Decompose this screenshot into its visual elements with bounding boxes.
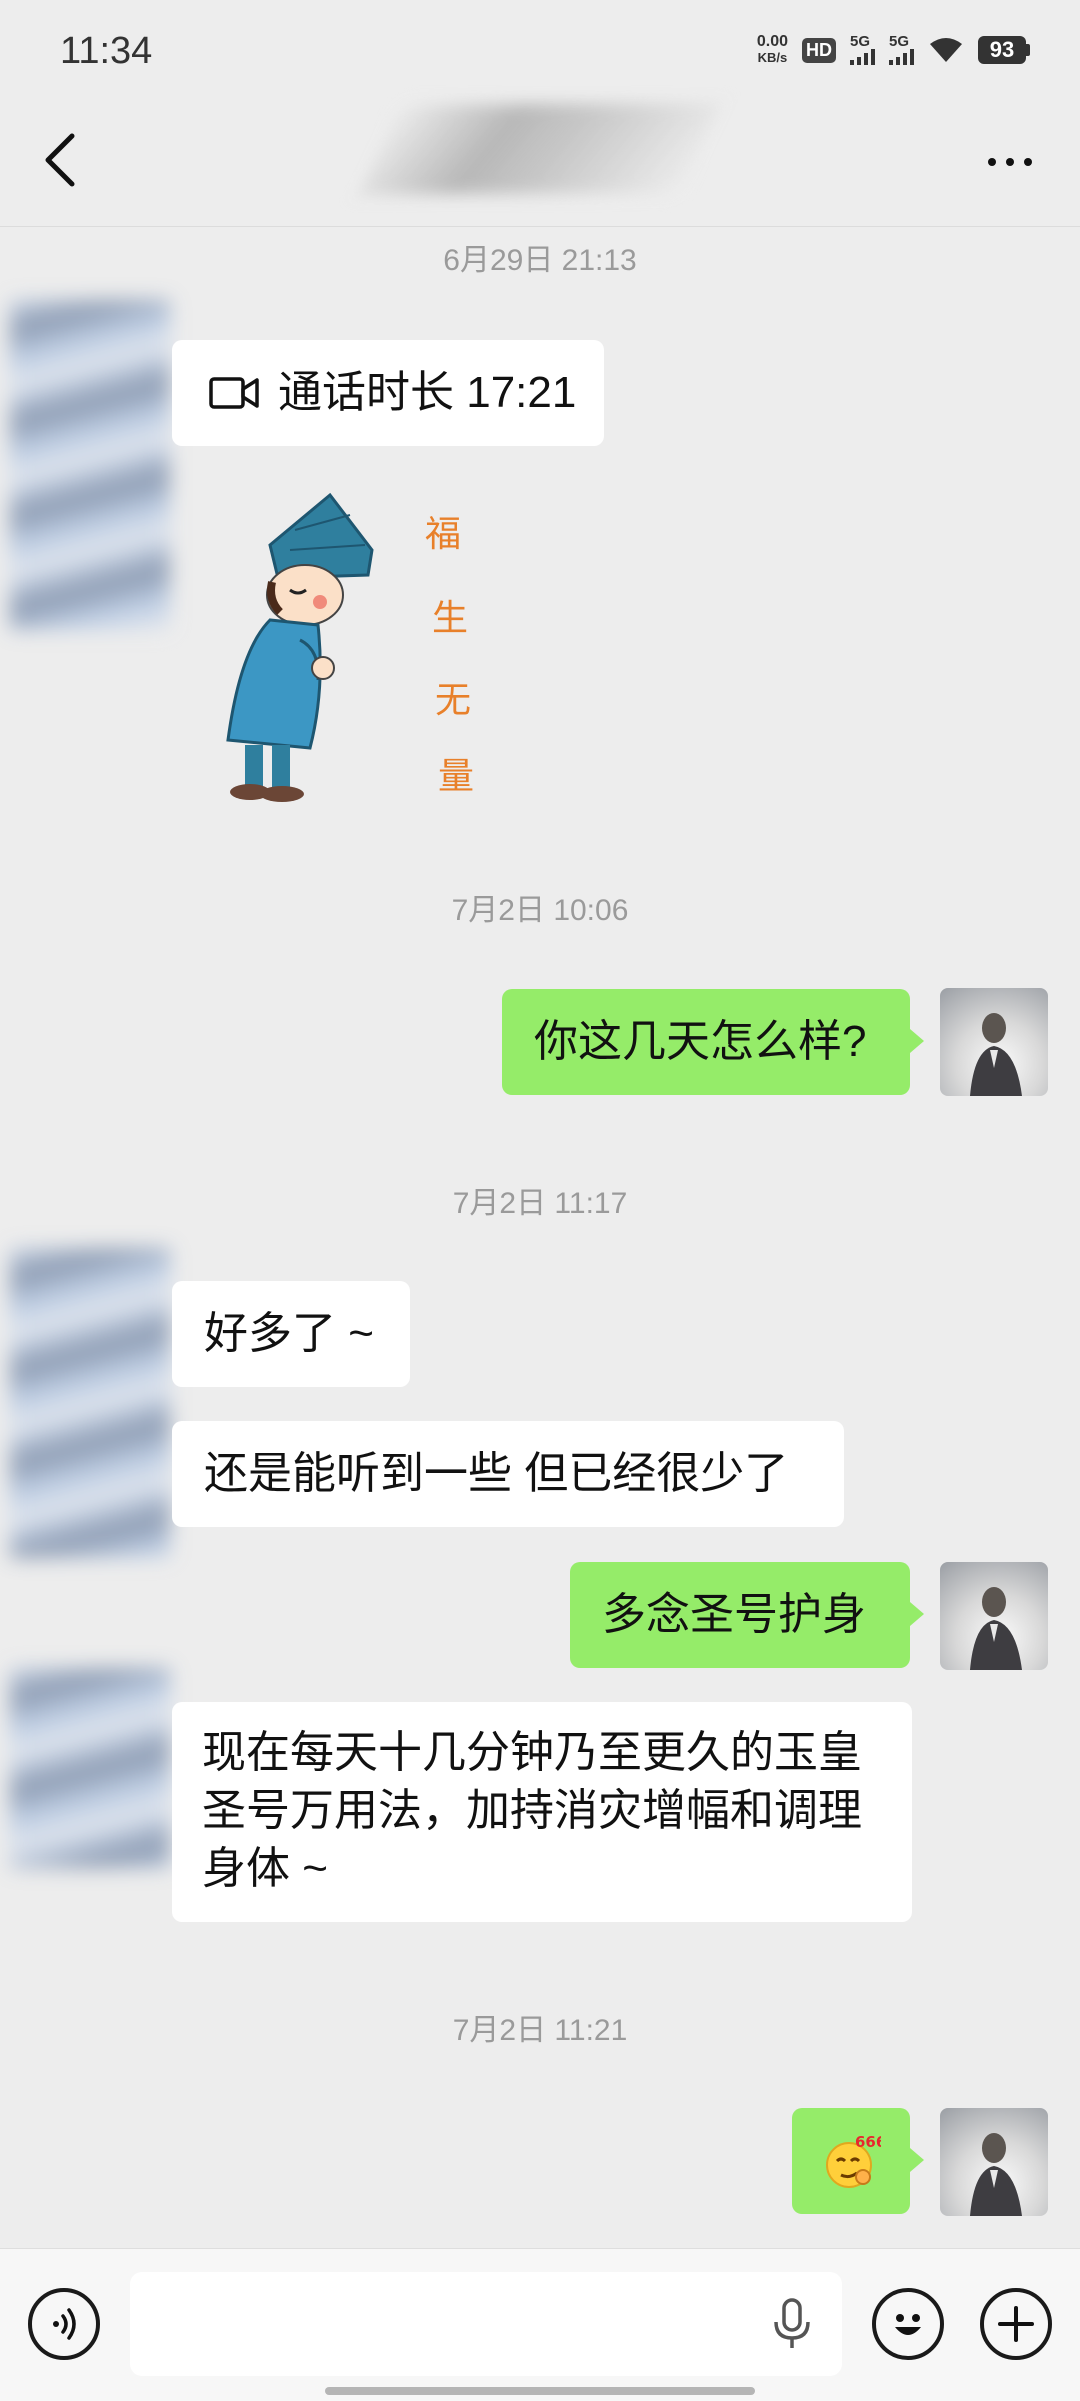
message-input[interactable] [130, 2272, 842, 2376]
call-record-bubble[interactable]: 通话时长 17:21 [172, 340, 604, 446]
signal-1-label: 5G [850, 33, 871, 50]
chat-title-blurred [359, 104, 721, 194]
message-text: 好多了 ~ [204, 1309, 374, 1358]
sticker-char-4: 量 [438, 756, 474, 797]
message-text: 多念圣号护身 [602, 1590, 866, 1639]
signal-1-icon: 5G [850, 33, 875, 65]
header-divider [0, 226, 1080, 227]
message-text: 还是能听到一些 但已经很少了 [204, 1449, 789, 1498]
timestamp: 7月2日 11:21 [452, 2014, 628, 2047]
incoming-message[interactable]: 好多了 ~ [172, 1281, 410, 1387]
emoji-icon[interactable] [872, 2288, 944, 2360]
video-call-icon [208, 375, 260, 411]
back-icon[interactable] [42, 132, 82, 188]
sticker-char-1: 福 [425, 514, 461, 555]
call-duration-label: 通话时长 17:21 [278, 368, 577, 417]
my-avatar[interactable] [940, 988, 1048, 1096]
contact-avatar[interactable] [10, 1248, 170, 1558]
wifi-icon [930, 38, 962, 62]
battery-level: 93 [978, 36, 1026, 64]
status-time: 11:34 [60, 30, 153, 72]
net-speed-unit: KB/s [757, 50, 788, 65]
signal-2-icon: 5G [889, 33, 914, 65]
666-emoji-icon: 666 [826, 2133, 881, 2188]
timestamp: 7月2日 11:17 [452, 1187, 628, 1220]
my-avatar-image-icon [970, 1013, 1022, 1096]
taoist-bow-sticker-icon: 福 生 无 量 [226, 492, 474, 802]
outgoing-message[interactable]: 你这几天怎么样? [502, 989, 924, 1095]
sticker-char-3: 无 [435, 680, 471, 721]
my-avatar[interactable] [940, 2108, 1048, 2216]
emoji-badge-text: 666 [855, 2133, 881, 2151]
timestamp: 7月2日 10:06 [451, 894, 629, 927]
net-speed-value: 0.00 [756, 33, 788, 50]
incoming-message[interactable]: 现在每天十几分钟乃至更久的玉皇圣号万用法，加持消灾增幅和调理身体 ~ [172, 1702, 912, 1922]
net-speed: 0.00 KB/s [757, 34, 788, 66]
hd-badge: HD [802, 37, 836, 63]
incoming-message[interactable]: 还是能听到一些 但已经很少了 [172, 1421, 844, 1527]
sticker-message[interactable]: 福 生 无 量 [200, 490, 500, 810]
my-avatar[interactable] [940, 1562, 1048, 1670]
timestamp: 6月29日 21:13 [443, 244, 637, 277]
plus-icon[interactable] [980, 2288, 1052, 2360]
outgoing-emoji-message[interactable]: 666 [792, 2108, 924, 2214]
battery-icon: 93 [978, 36, 1030, 64]
my-avatar-image-icon [970, 2133, 1022, 2216]
sticker-char-2: 生 [432, 598, 468, 639]
my-avatar-image-icon [970, 1587, 1022, 1670]
signal-2-label: 5G [889, 33, 910, 50]
more-icon[interactable] [988, 158, 1032, 166]
contact-avatar[interactable] [10, 300, 170, 630]
voice-toggle-icon[interactable] [28, 2288, 100, 2360]
message-text: 现在每天十几分钟乃至更久的玉皇圣号万用法，加持消灾增幅和调理身体 ~ [202, 1728, 862, 1893]
message-text: 你这几天怎么样? [534, 1017, 867, 1066]
contact-avatar[interactable] [10, 1668, 170, 1868]
microphone-icon[interactable] [770, 2296, 814, 2352]
home-indicator [325, 2387, 755, 2395]
outgoing-message[interactable]: 多念圣号护身 [570, 1562, 924, 1668]
status-icons: 0.00 KB/s HD 5G 5G 93 [757, 34, 1030, 66]
